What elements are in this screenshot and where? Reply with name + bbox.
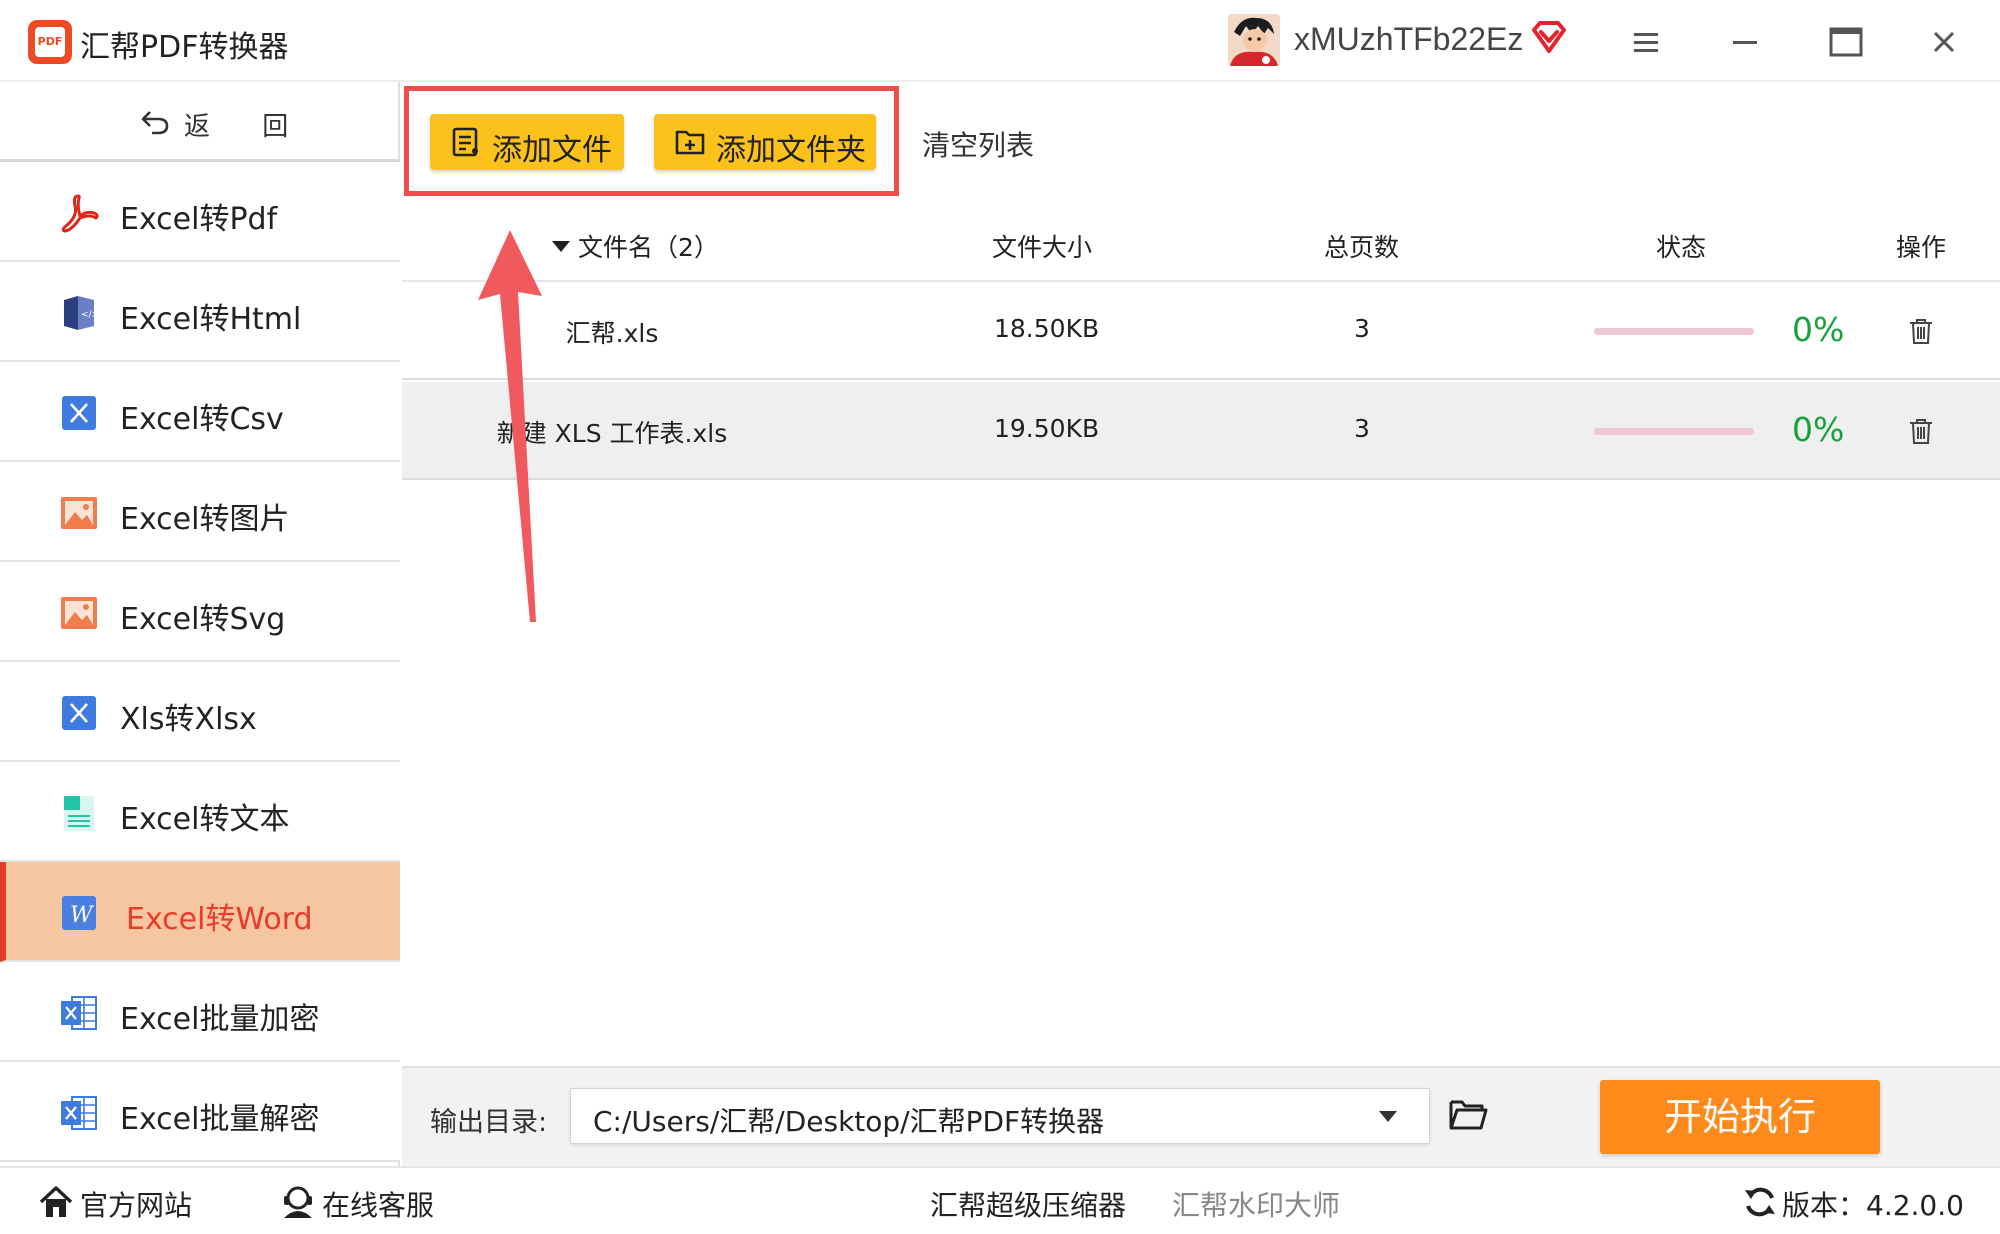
image-icon: [61, 597, 97, 629]
sidebar-item-excel-to-image[interactable]: Excel转图片: [0, 462, 400, 562]
file-name: 汇帮.xls: [565, 319, 659, 348]
output-dir-select[interactable]: C:/Users/汇帮/Desktop/汇帮PDF转换器: [570, 1088, 1430, 1144]
column-header-pages: 总页数: [1324, 233, 1400, 262]
output-dir-value: C:/Users/汇帮/Desktop/汇帮PDF转换器: [593, 1105, 1105, 1138]
vip-diamond-icon[interactable]: [1530, 20, 1568, 54]
sidebar-item-excel-to-svg[interactable]: Excel转Svg: [0, 562, 400, 662]
progress-percent: 0%: [1792, 310, 1845, 349]
start-button[interactable]: 开始执行: [1600, 1080, 1880, 1154]
svg-text:W: W: [70, 903, 95, 928]
add-file-label: 添加文件: [492, 133, 612, 168]
sidebar-item-label: Excel转图片: [120, 502, 290, 537]
app-logo-icon: PDF: [28, 20, 72, 64]
compressor-link[interactable]: 汇帮超级压缩器: [930, 1184, 1126, 1224]
sidebar-item-label: Xls转Xlsx: [120, 702, 257, 737]
add-folder-label: 添加文件夹: [716, 133, 866, 168]
folder-open-icon[interactable]: [1448, 1096, 1488, 1132]
excel-x-icon: [62, 696, 96, 730]
back-button[interactable]: 返 回: [0, 82, 400, 162]
trash-icon[interactable]: [1906, 416, 1936, 446]
file-name: 新建 XLS 工作表.xls: [496, 419, 728, 448]
sidebar-item-excel-to-text[interactable]: Excel转文本: [0, 762, 400, 862]
username[interactable]: xMUzhTFb22Ez: [1294, 21, 1523, 58]
column-header-name[interactable]: 文件名（2）: [552, 228, 719, 264]
html-book-icon: </>: [64, 296, 99, 330]
minimize-icon[interactable]: [1725, 22, 1765, 62]
online-support-link[interactable]: 在线客服: [322, 1184, 434, 1224]
page-count: 3: [1354, 414, 1370, 443]
undo-arrow-icon: [141, 111, 169, 135]
sidebar-item-label: Excel转Html: [120, 302, 302, 337]
sidebar-item-excel-to-pdf[interactable]: Excel转Pdf: [0, 162, 400, 262]
menu-icon[interactable]: [1626, 22, 1666, 62]
sidebar: 返 回 Excel转Pdf </> Excel转Html Excel转Csv E…: [0, 82, 400, 1166]
progress-bar: [1594, 328, 1754, 335]
sidebar-item-label: Excel转文本: [120, 802, 290, 837]
sidebar-item-excel-to-word[interactable]: W Excel转Word: [0, 862, 400, 962]
sidebar-item-label: Excel转Word: [126, 902, 313, 937]
sidebar-item-excel-batch-decrypt[interactable]: Excel批量解密: [0, 1062, 400, 1162]
close-icon[interactable]: [1924, 22, 1964, 62]
column-header-status: 状态: [1656, 233, 1707, 262]
add-file-icon: [452, 127, 478, 157]
refresh-icon[interactable]: [1742, 1184, 1778, 1220]
excel-grid-icon: [61, 1096, 97, 1130]
progress-percent: 0%: [1792, 410, 1845, 449]
column-header-operations: 操作: [1896, 233, 1947, 262]
file-size: 18.50KB: [994, 314, 1100, 343]
sidebar-item-label: Excel转Svg: [120, 602, 286, 637]
sidebar-item-label: Excel批量解密: [120, 1102, 320, 1137]
word-w-icon: W: [62, 896, 96, 930]
table-row[interactable]: 新建 XLS 工作表.xls 19.50KB 3 0%: [402, 382, 2000, 480]
official-website-link[interactable]: 官方网站: [80, 1184, 192, 1224]
sidebar-item-label: Excel批量加密: [120, 1002, 320, 1037]
page-count: 3: [1354, 314, 1370, 343]
file-table-header: 文件名（2） 文件大小 总页数 状态 操作: [402, 204, 2000, 282]
back-label: 返 回: [184, 112, 311, 142]
chevron-down-icon: [1379, 1111, 1397, 1122]
add-file-button[interactable]: 添加文件: [430, 114, 624, 170]
app-window: PDF 汇帮PDF转换器 xMUzhTFb22Ez 返 回 Excel转Pdf …: [0, 0, 2000, 1234]
arrow-annotation-icon: [478, 230, 542, 622]
output-bar: 输出目录: C:/Users/汇帮/Desktop/汇帮PDF转换器 开始执行: [402, 1066, 2000, 1166]
column-header-size: 文件大小: [992, 233, 1093, 262]
app-logo-text: PDF: [37, 35, 63, 48]
progress-bar: [1594, 428, 1754, 435]
avatar-image: [1228, 14, 1280, 66]
sidebar-item-label: Excel转Csv: [120, 402, 284, 437]
svg-text:</>: </>: [81, 310, 99, 320]
app-title: 汇帮PDF转换器: [80, 30, 289, 65]
sidebar-item-label: Excel转Pdf: [120, 202, 278, 237]
output-dir-label: 输出目录:: [430, 1107, 548, 1138]
trash-icon[interactable]: [1906, 316, 1936, 346]
text-document-icon: [64, 796, 94, 831]
version-label: 版本：4.2.0.0: [1782, 1189, 1964, 1222]
sort-caret-icon: [552, 240, 570, 252]
avatar[interactable]: [1228, 14, 1280, 66]
maximize-icon[interactable]: [1826, 22, 1866, 62]
image-icon: [61, 497, 97, 529]
excel-x-icon: [62, 396, 96, 430]
home-icon: [39, 1186, 73, 1217]
watermark-link[interactable]: 汇帮水印大师: [1172, 1184, 1340, 1224]
sidebar-item-excel-to-html[interactable]: </> Excel转Html: [0, 262, 400, 362]
headset-icon: [284, 1186, 312, 1218]
sidebar-item-xls-to-xlsx[interactable]: Xls转Xlsx: [0, 662, 400, 762]
adobe-pdf-icon: [61, 194, 99, 233]
table-row[interactable]: 汇帮.xls 18.50KB 3 0%: [402, 282, 2000, 380]
excel-grid-icon: [61, 996, 97, 1030]
sidebar-item-excel-batch-encrypt[interactable]: Excel批量加密: [0, 962, 400, 1062]
add-folder-button[interactable]: 添加文件夹: [654, 114, 876, 170]
add-folder-icon: [675, 130, 705, 155]
file-size: 19.50KB: [994, 414, 1100, 443]
title-bar: PDF 汇帮PDF转换器 xMUzhTFb22Ez: [0, 0, 2000, 82]
sidebar-item-excel-to-csv[interactable]: Excel转Csv: [0, 362, 400, 462]
footer: 官方网站 在线客服 汇帮超级压缩器 汇帮水印大师 版本：4.2.0.0: [0, 1166, 2000, 1234]
clear-list-button[interactable]: 清空列表: [922, 124, 1034, 164]
